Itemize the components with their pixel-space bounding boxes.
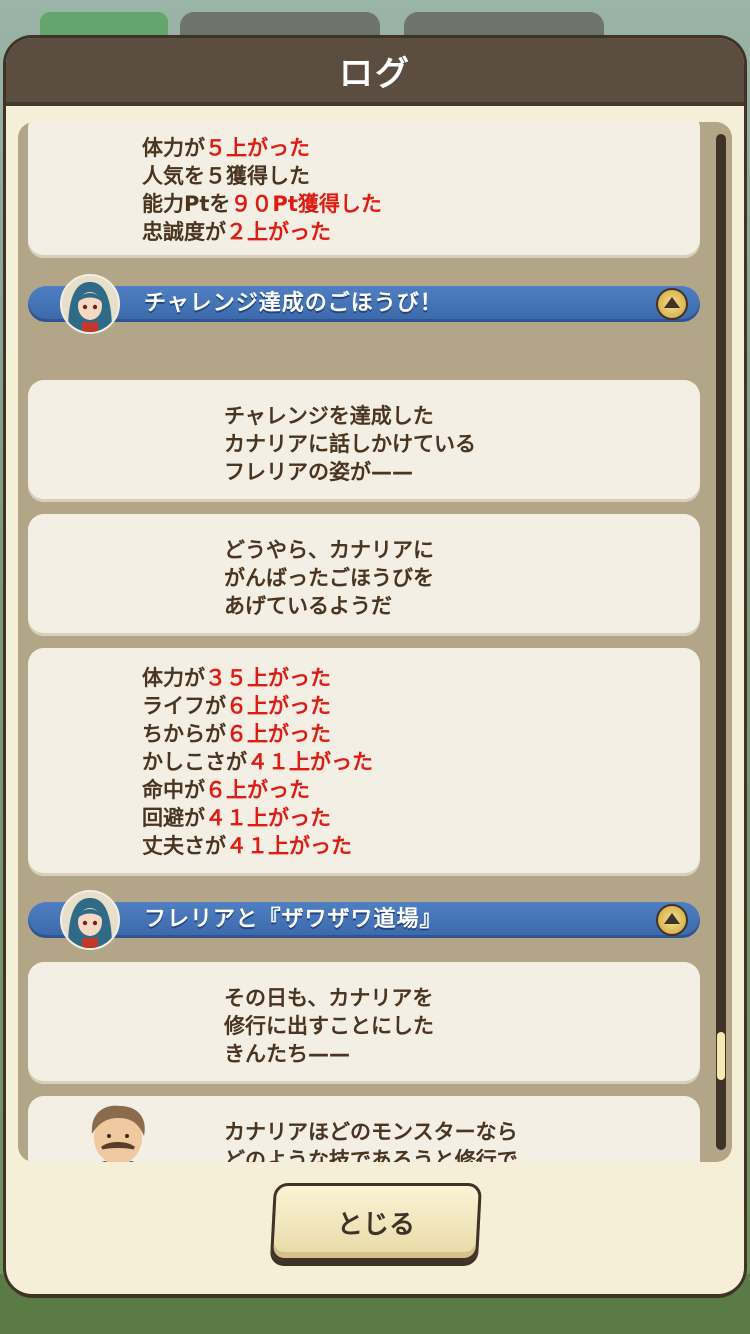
plain-text: 命中が xyxy=(142,778,205,802)
log-scroll-area[interactable]: 体力が５上がった 人気を５獲得した 能力Ptを９０Pt獲得した 忠誠度が２上がった チ… xyxy=(18,122,732,1162)
highlight-text: ９０Pt獲得した xyxy=(230,192,382,216)
highlight-text: ４１上がった xyxy=(226,834,352,858)
highlight-text: ４１上がった xyxy=(205,806,331,830)
log-line: カナリアほどのモンスターなら xyxy=(224,1120,518,1144)
log-card: 体力が３５上がった ライフが６上がった ちからが６上がった かしこさが４１上がった 命中… xyxy=(28,648,700,876)
highlight-text: ６上がった xyxy=(226,694,331,718)
log-line: 修行に出すことにした xyxy=(224,1014,434,1038)
log-line: 人気を５獲得した xyxy=(142,162,382,190)
log-line: どのような技であろうと修行で xyxy=(224,1148,518,1162)
plain-text: 体力が xyxy=(142,136,205,160)
plain-text: かしこさが xyxy=(142,750,247,774)
log-line: フレリアの姿が—— xyxy=(224,460,413,484)
close-button-label: とじる xyxy=(336,1209,415,1240)
log-line: かしこさが４１上がった xyxy=(142,748,373,776)
log-line: 体力が５上がった xyxy=(142,134,382,162)
log-card: どうやら、カナリアに がんばったごほうびを あげているようだ xyxy=(28,514,700,636)
log-line: きんたち—— xyxy=(224,1042,350,1066)
section-title: チャレンジ達成のごほうび！ xyxy=(144,291,443,316)
collapse-button[interactable] xyxy=(656,904,688,936)
highlight-text: ４１上がった xyxy=(247,750,373,774)
log-text: どうやら、カナリアに がんばったごほうびを あげているようだ xyxy=(224,536,434,620)
modal-title: ログ xyxy=(339,53,411,94)
plain-text: ライフが xyxy=(142,694,226,718)
log-line: 忠誠度が２上がった xyxy=(142,218,382,246)
log-text: その日も、カナリアを 修行に出すことにした きんたち—— xyxy=(224,984,434,1068)
section-header[interactable]: フレリアと『ザワザワ道場』 xyxy=(28,902,700,938)
plain-text: ちからが xyxy=(142,722,226,746)
log-line: その日も、カナリアを xyxy=(224,986,434,1010)
log-card: 体力が５上がった 人気を５獲得した 能力Ptを９０Pt獲得した 忠誠度が２上がった xyxy=(28,122,700,258)
highlight-text: ６上がった xyxy=(226,722,331,746)
plain-text: 能力Ptを xyxy=(142,192,231,216)
log-line: どうやら、カナリアに xyxy=(224,538,434,562)
log-line: 丈夫さが４１上がった xyxy=(142,832,373,860)
log-line: ライフが６上がった xyxy=(142,692,373,720)
highlight-text: ３５上がった xyxy=(205,666,331,690)
log-line: がんばったごほうびを xyxy=(224,566,434,590)
section-header[interactable]: チャレンジ達成のごほうび！ xyxy=(28,286,700,322)
fureria-avatar xyxy=(60,274,120,334)
trainer-avatar xyxy=(68,1100,168,1162)
log-line: 命中が６上がった xyxy=(142,776,373,804)
plain-text: 丈夫さが xyxy=(142,834,226,858)
log-modal: ログ 体力が５上がった 人気を５獲得した 能力Ptを９０Pt獲得した 忠誠度が２上がっ… xyxy=(6,38,744,1294)
log-line: チャレンジを達成した xyxy=(224,404,434,428)
log-card: チャレンジを達成したカナリアに話しかけている フレリアの姿が—— xyxy=(28,380,700,502)
modal-header: ログ xyxy=(6,38,744,106)
log-line: あげているようだ xyxy=(224,594,392,618)
plain-text: 人気を５獲得した xyxy=(142,164,310,188)
fureria-avatar xyxy=(60,890,120,950)
highlight-text: ５上がった xyxy=(205,136,310,160)
log-frame[interactable]: 体力が５上がった 人気を５獲得した 能力Ptを９０Pt獲得した 忠誠度が２上がった チ… xyxy=(18,122,732,1162)
log-line: 能力Ptを９０Pt獲得した xyxy=(142,190,382,218)
close-button[interactable]: とじる xyxy=(269,1183,483,1261)
log-card: カナリアほどのモンスターならどのような技であろうと修行で覚えられると思います、は… xyxy=(28,1096,700,1162)
log-text: チャレンジを達成したカナリアに話しかけている フレリアの姿が—— xyxy=(224,402,476,486)
highlight-text: ２上がった xyxy=(226,220,331,244)
plain-text: 体力が xyxy=(142,666,205,690)
chevron-up-icon xyxy=(664,297,680,308)
log-line: 回避が４１上がった xyxy=(142,804,373,832)
scrollbar[interactable] xyxy=(716,134,726,1150)
log-line: カナリアに話しかけている xyxy=(224,432,476,456)
log-text: 体力が５上がった 人気を５獲得した 能力Ptを９０Pt獲得した 忠誠度が２上がった xyxy=(142,134,382,246)
log-text: カナリアほどのモンスターならどのような技であろうと修行で覚えられると思います、は… xyxy=(224,1118,518,1162)
highlight-text: ６上がった xyxy=(205,778,310,802)
log-line: ちからが６上がった xyxy=(142,720,373,748)
log-text: 体力が３５上がった ライフが６上がった ちからが６上がった かしこさが４１上がった 命中… xyxy=(142,664,373,860)
chevron-up-icon xyxy=(664,913,680,924)
scrollbar-thumb[interactable] xyxy=(717,1032,725,1080)
log-line: 体力が３５上がった xyxy=(142,664,373,692)
log-card: その日も、カナリアを 修行に出すことにした きんたち—— xyxy=(28,962,700,1084)
section-title: フレリアと『ザワザワ道場』 xyxy=(144,907,443,932)
plain-text: 忠誠度が xyxy=(142,220,226,244)
collapse-button[interactable] xyxy=(656,288,688,320)
plain-text: 回避が xyxy=(142,806,205,830)
